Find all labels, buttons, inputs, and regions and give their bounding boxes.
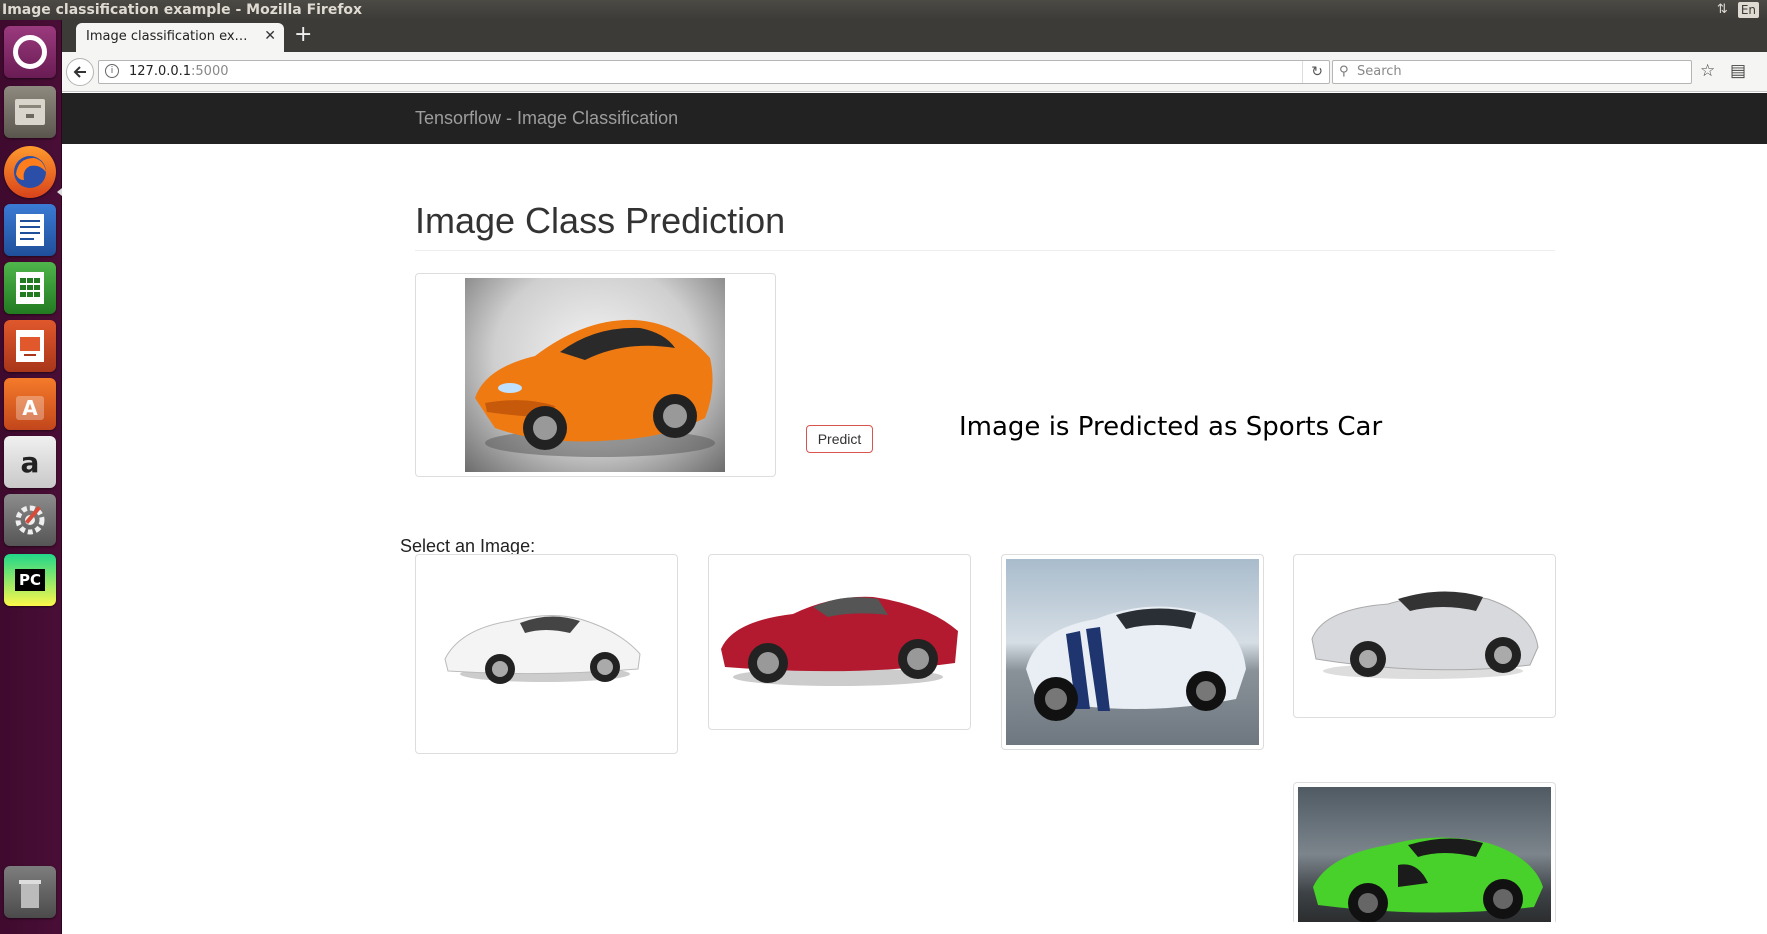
search-placeholder: Search bbox=[1357, 64, 1402, 79]
orange-sports-car-image bbox=[465, 278, 725, 472]
url-host: 127.0.0.1 bbox=[129, 64, 192, 79]
url-port: :5000 bbox=[191, 64, 229, 79]
pycharm-glyph: PC bbox=[14, 569, 45, 591]
selected-image-thumbnail bbox=[415, 273, 776, 477]
tab-image-classification[interactable]: Image classification ex… ✕ bbox=[76, 23, 284, 52]
close-tab-icon[interactable]: ✕ bbox=[264, 28, 276, 44]
ubuntu-dash-icon[interactable] bbox=[4, 26, 56, 78]
back-button[interactable] bbox=[66, 58, 94, 86]
navbar-brand[interactable]: Tensorflow - Image Classification bbox=[415, 108, 678, 129]
url-bar[interactable]: i 127.0.0.1:5000 ↻ bbox=[98, 60, 1330, 84]
green-mclaren-image bbox=[1298, 787, 1551, 922]
reader-library-icon[interactable]: ▤ bbox=[1730, 61, 1746, 81]
prediction-result: Image is Predicted as Sports Car bbox=[959, 412, 1383, 442]
search-icon: ⚲ bbox=[1339, 64, 1349, 79]
files-icon[interactable] bbox=[4, 86, 56, 138]
software-center-icon[interactable]: A bbox=[4, 378, 56, 430]
site-info-icon[interactable]: i bbox=[105, 64, 119, 78]
gallery-thumbnail-5[interactable] bbox=[1293, 782, 1556, 922]
predict-button[interactable]: Predict bbox=[806, 425, 873, 453]
red-convertible-image bbox=[713, 559, 966, 725]
keyboard-language-indicator[interactable]: En bbox=[1737, 2, 1759, 18]
site-navbar: Tensorflow - Image Classification bbox=[62, 93, 1767, 144]
navigation-toolbar: i 127.0.0.1:5000 ↻ ⚲ Search ☆ ▤ bbox=[62, 52, 1767, 92]
unity-launcher: A a PC bbox=[0, 20, 62, 934]
gallery-thumbnail-2[interactable] bbox=[708, 554, 971, 730]
bookmark-star-icon[interactable]: ☆ bbox=[1700, 61, 1715, 81]
pycharm-icon[interactable]: PC bbox=[4, 554, 56, 606]
search-input[interactable]: ⚲ Search bbox=[1332, 60, 1692, 84]
system-indicators: ⇅ En bbox=[1717, 0, 1759, 20]
amazon-icon[interactable]: a bbox=[4, 436, 56, 488]
reload-icon[interactable]: ↻ bbox=[1302, 61, 1323, 83]
window-title-bar: Image classification example - Mozilla F… bbox=[0, 0, 1767, 20]
libreoffice-writer-icon[interactable] bbox=[4, 204, 56, 256]
gallery-thumbnail-4[interactable] bbox=[1293, 554, 1556, 718]
gallery-thumbnail-1[interactable] bbox=[415, 554, 678, 754]
network-icon[interactable]: ⇅ bbox=[1717, 0, 1728, 20]
libreoffice-calc-icon[interactable] bbox=[4, 262, 56, 314]
system-settings-icon[interactable] bbox=[4, 494, 56, 546]
new-tab-icon[interactable]: + bbox=[294, 22, 312, 47]
window-title: Image classification example - Mozilla F… bbox=[2, 2, 363, 18]
white-sports-car-image bbox=[420, 559, 673, 749]
silver-corvette-image bbox=[1298, 559, 1551, 713]
libreoffice-impress-icon[interactable] bbox=[4, 320, 56, 372]
svg-text:A: A bbox=[22, 396, 38, 420]
gallery-thumbnail-3[interactable] bbox=[1001, 554, 1264, 750]
back-arrow-icon bbox=[73, 66, 86, 78]
web-page: Tensorflow - Image Classification Image … bbox=[62, 93, 1767, 922]
white-mustang-striped-image bbox=[1006, 559, 1259, 745]
firefox-icon[interactable] bbox=[4, 146, 56, 198]
page-title: Image Class Prediction bbox=[415, 200, 786, 241]
tab-title: Image classification ex… bbox=[86, 29, 248, 44]
trash-icon[interactable] bbox=[4, 866, 56, 918]
page-header: Image Class Prediction bbox=[415, 200, 1555, 251]
tab-strip: Image classification ex… ✕ + bbox=[62, 20, 1767, 52]
